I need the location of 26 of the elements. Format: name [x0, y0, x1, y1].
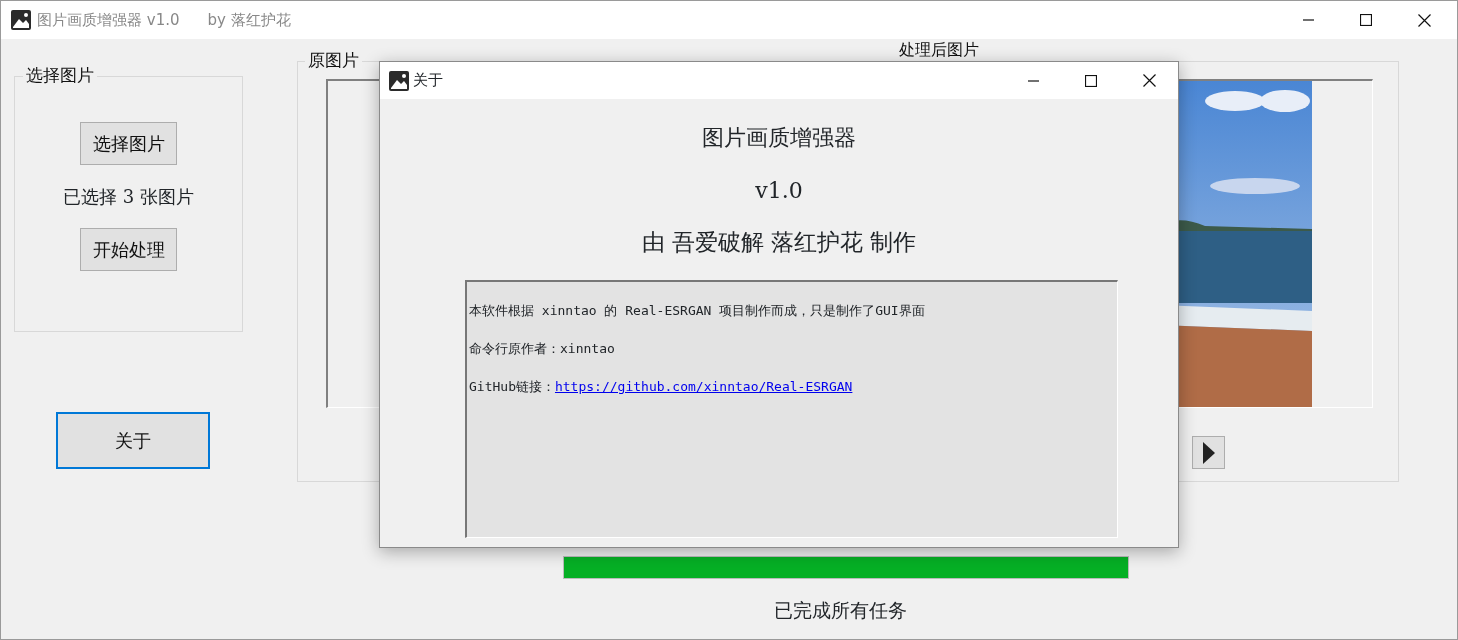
group-title: 选择图片	[23, 64, 97, 86]
version-label: v1.0	[755, 177, 803, 205]
dialog-title: 关于	[413, 70, 443, 92]
info-text: 本软件根据 xinntao 的 Real-ESRGAN 项目制作而成，只是制作了GUI界面	[469, 302, 925, 318]
about-button[interactable]: 关于	[56, 412, 210, 469]
credit-label: 由 吾爱破解 落红护花 制作	[641, 228, 917, 257]
group-title: 原图片	[305, 49, 362, 71]
close-icon	[1142, 74, 1156, 87]
app-name: 图片画质增强器	[702, 124, 856, 152]
app-icon	[389, 70, 409, 91]
maximize-icon	[1360, 14, 1372, 26]
window-author: by 落红护花	[207, 9, 291, 31]
status-label: 已完成所有任务	[774, 598, 908, 623]
app-icon	[11, 10, 31, 30]
info-text: 命令行原作者：xinntao	[469, 340, 615, 356]
select-image-button[interactable]: 选择图片	[80, 122, 177, 165]
selected-count-label: 已选择 3 张图片	[63, 185, 194, 209]
info-text: GitHub链接：	[469, 378, 555, 394]
close-icon	[1417, 13, 1431, 27]
github-link[interactable]: https://github.com/xinntao/Real-ESRGAN	[554, 378, 853, 394]
play-icon	[1202, 441, 1215, 464]
group-title: 处理后图片	[896, 41, 982, 59]
window-title: 图片画质增强器 v1.0	[37, 9, 180, 31]
maximize-icon	[1085, 74, 1097, 87]
next-button[interactable]	[1192, 436, 1225, 469]
start-button[interactable]: 开始处理	[80, 228, 177, 271]
